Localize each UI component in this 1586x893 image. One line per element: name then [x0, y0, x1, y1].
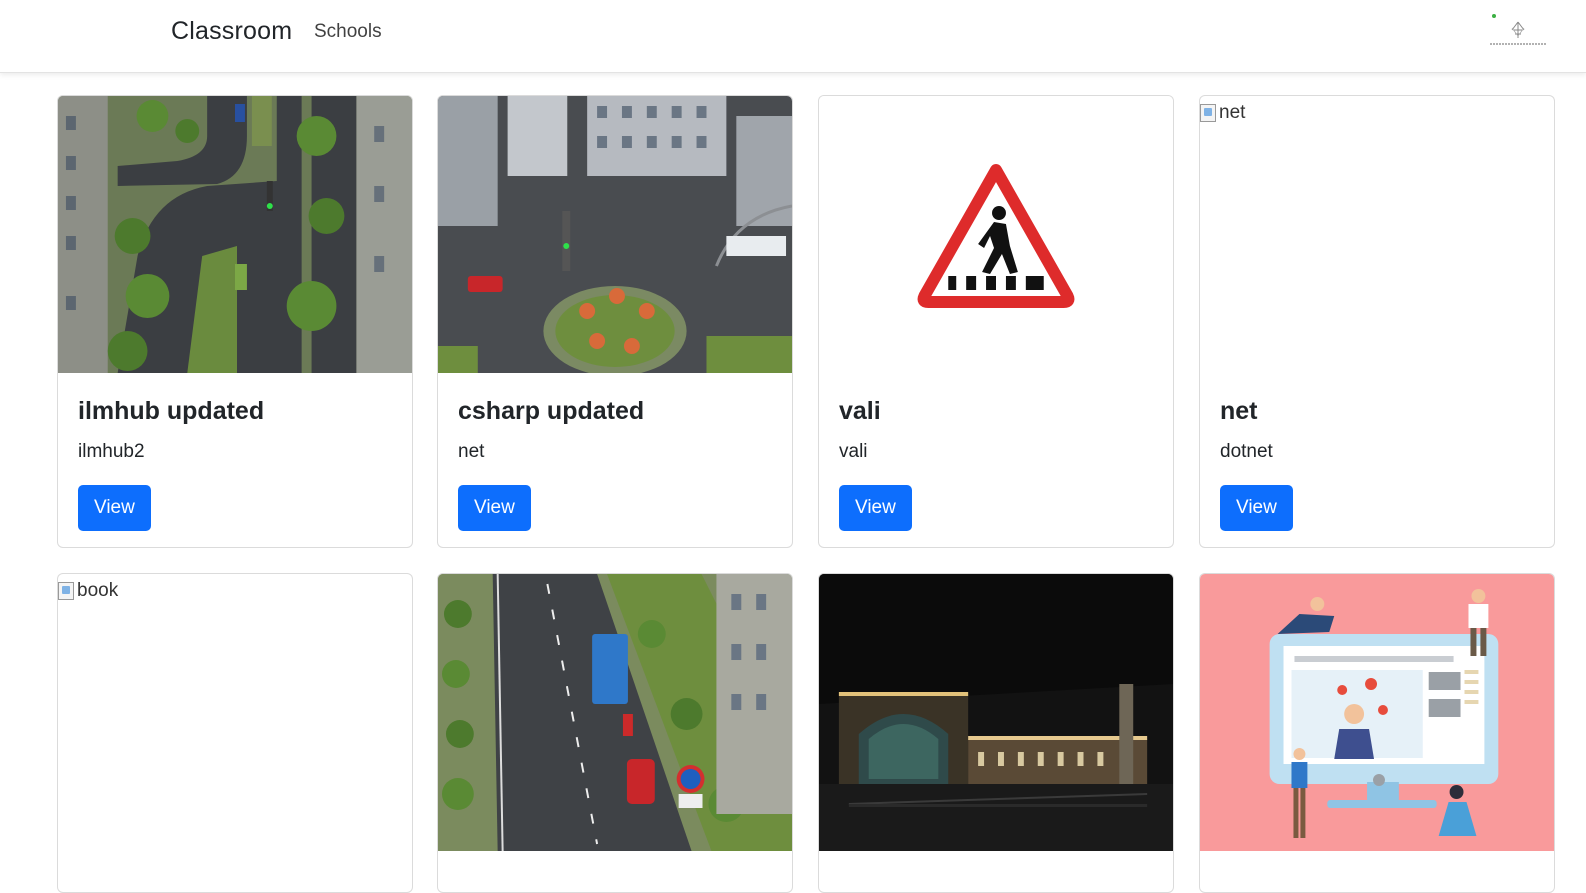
view-button[interactable]: View [1220, 485, 1293, 531]
night-building-image [819, 574, 1173, 851]
broken-image-icon [58, 582, 74, 600]
view-button[interactable]: View [458, 485, 531, 531]
image-alt-text: net [1219, 102, 1246, 123]
course-title: net [1220, 397, 1258, 425]
broken-image-placeholder: book [58, 580, 118, 602]
course-card: csharp updated net View [437, 95, 793, 548]
course-title: vali [839, 397, 881, 425]
course-description: vali [839, 441, 868, 462]
course-description: ilmhub2 [78, 441, 145, 462]
course-card [818, 573, 1174, 893]
broken-image-icon [1200, 104, 1216, 122]
broken-image: net [1200, 96, 1554, 373]
roundabout-image [438, 96, 792, 373]
view-button[interactable]: View [78, 485, 151, 531]
course-card: net net dotnet View [1199, 95, 1555, 548]
course-description: net [458, 441, 485, 462]
course-card: ilmhub updated ilmhub2 View [57, 95, 413, 548]
pedestrian-sign-image [819, 96, 1173, 373]
view-button[interactable]: View [839, 485, 912, 531]
course-title: ilmhub updated [78, 397, 265, 425]
brand-logo-icon[interactable] [1488, 10, 1550, 52]
broken-image: book [58, 574, 412, 851]
online-learning-illustration [1200, 574, 1554, 851]
course-card: book [57, 573, 413, 893]
city-intersection-image [58, 96, 412, 373]
image-alt-text: book [77, 580, 119, 601]
city-road-image [438, 574, 792, 851]
broken-image-placeholder: net [1200, 102, 1245, 124]
nav-link-schools[interactable]: Schools [314, 21, 382, 43]
course-description: dotnet [1220, 441, 1273, 462]
course-card [437, 573, 793, 893]
course-card [1199, 573, 1555, 893]
brand-link[interactable]: Classroom [171, 17, 292, 46]
navbar: Classroom Schools [0, 0, 1586, 73]
course-title: csharp updated [458, 397, 645, 425]
course-card: vali vali View [818, 95, 1174, 548]
